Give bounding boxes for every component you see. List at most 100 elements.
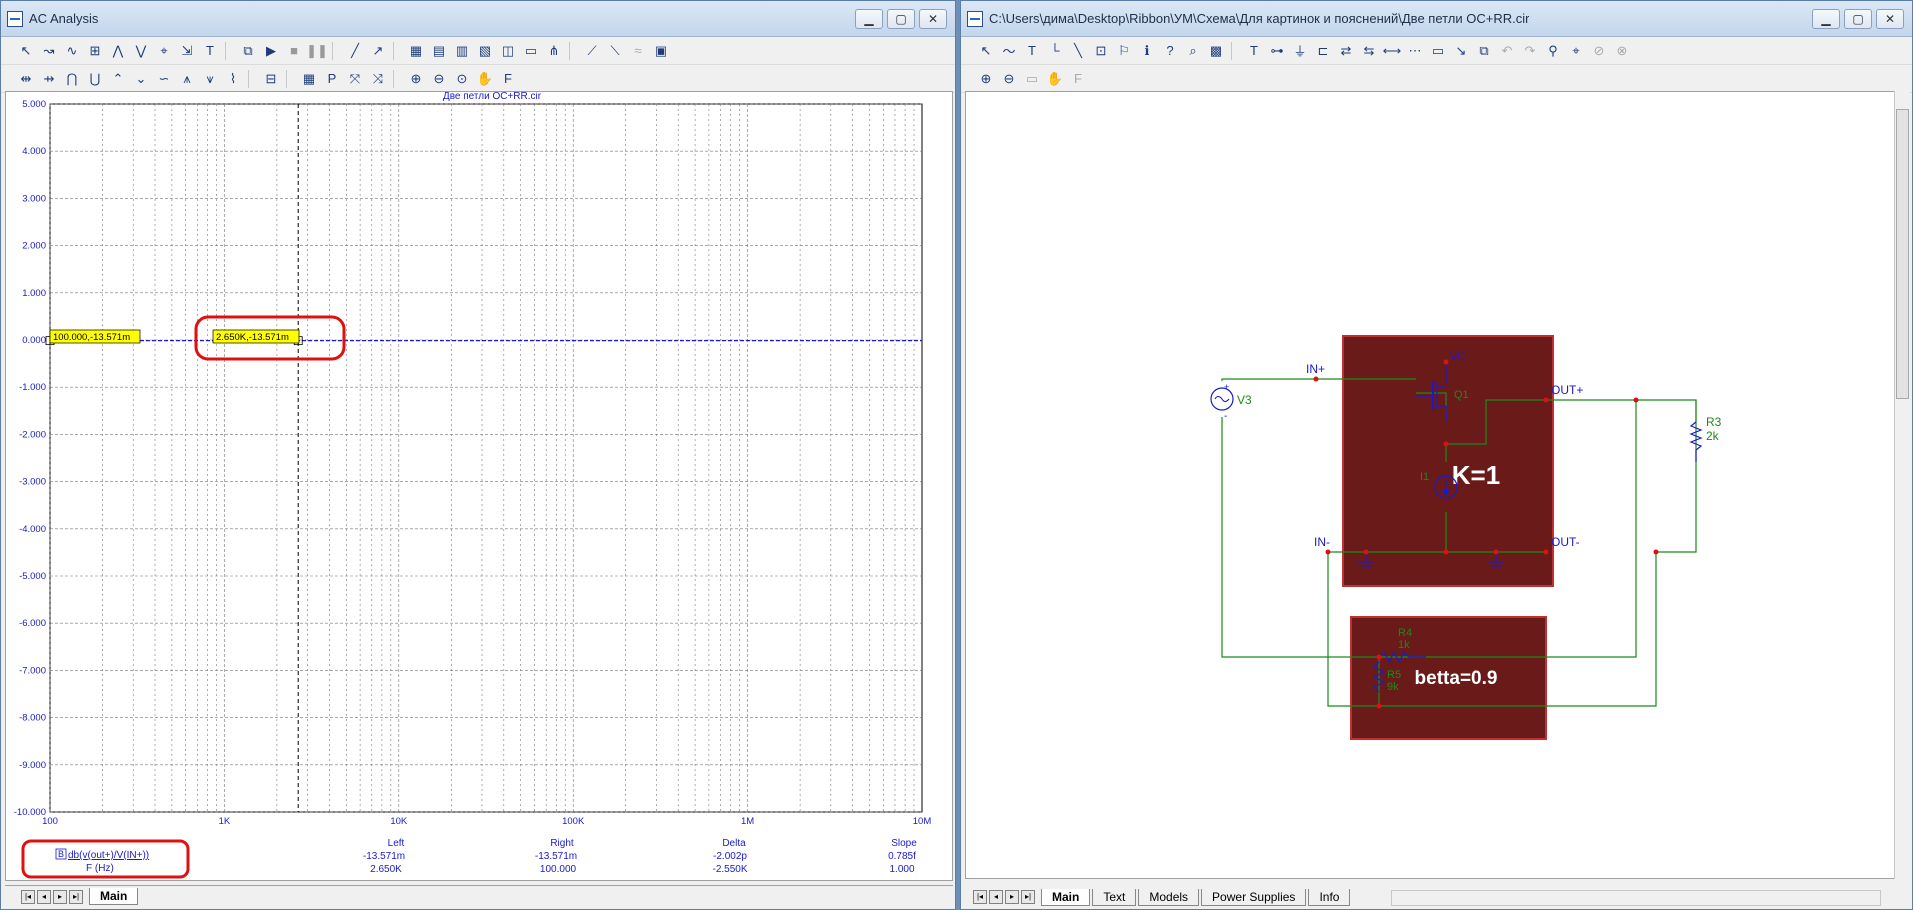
tab-text[interactable]: Text	[1092, 888, 1137, 906]
scroll-thumb[interactable]	[1896, 109, 1909, 399]
select-arrow-icon[interactable]: ↖	[15, 40, 37, 62]
line-icon[interactable]: ╲	[1067, 40, 1089, 62]
ground-icon[interactable]: ⏚	[1289, 40, 1311, 62]
close-icon[interactable]: ✕	[1876, 9, 1904, 29]
zoom-out-icon[interactable]: ⊖	[998, 68, 1020, 90]
text-icon[interactable]: T	[199, 40, 221, 62]
help-icon[interactable]: ?	[1159, 40, 1181, 62]
undo-icon[interactable]: ↶	[1496, 40, 1518, 62]
measure-icon[interactable]: ⇲	[176, 40, 198, 62]
vertical-scrollbar[interactable]	[1894, 91, 1910, 879]
connect-icon[interactable]: ⟷	[1381, 40, 1403, 62]
valley-icon[interactable]: ⋁	[130, 40, 152, 62]
close-icon[interactable]: ✕	[919, 9, 947, 29]
tab-info[interactable]: Info	[1308, 888, 1351, 906]
trace-expression[interactable]: db(v(out+)/V(IN+))	[68, 850, 149, 861]
pan-icon[interactable]: ✋	[1044, 68, 1066, 90]
zoom-in-icon[interactable]: ⊕	[405, 68, 427, 90]
hi-icon[interactable]: ⌃	[107, 68, 129, 90]
split-icon[interactable]: ◫	[497, 40, 519, 62]
tab-prev-icon[interactable]: ◂	[989, 890, 1003, 904]
mirror-icon[interactable]: ⇆	[1358, 40, 1380, 62]
dotted-grid-icon[interactable]: ⋯	[1404, 40, 1426, 62]
cancel-icon[interactable]: ⊗	[1611, 40, 1633, 62]
schematic-canvas[interactable]: K=1 betta=0.9 + - V3 IN+ IN- OUT+ OUT- V…	[965, 91, 1895, 879]
cursor-right-icon[interactable]: ⇸	[38, 68, 60, 90]
cursor-left-icon[interactable]: ⇹	[15, 68, 37, 90]
properties-icon[interactable]: ⊟	[260, 68, 282, 90]
zoom-out-icon[interactable]: ⊖	[428, 68, 450, 90]
tab-first-icon[interactable]: |◂	[21, 889, 35, 904]
font-icon[interactable]: F	[1067, 68, 1089, 90]
font-icon[interactable]: F	[497, 68, 519, 90]
table-view-icon[interactable]: ▦	[298, 68, 320, 90]
wave-icon[interactable]: ∿	[61, 40, 83, 62]
panel-icon[interactable]: ▭	[520, 40, 542, 62]
stack-icon[interactable]: ▧	[474, 40, 496, 62]
table-icon[interactable]: ▤	[428, 40, 450, 62]
tab-prev-icon[interactable]: ◂	[37, 889, 51, 904]
copy-icon[interactable]: ⧉	[237, 40, 259, 62]
component-icon[interactable]: ⊡	[1090, 40, 1112, 62]
tab-models[interactable]: Models	[1138, 888, 1200, 906]
layout-icon[interactable]: ▭	[1427, 40, 1449, 62]
select-arrow-icon[interactable]: ↖	[975, 40, 997, 62]
probe-icon[interactable]: ⌕	[1182, 40, 1204, 62]
tab-last-icon[interactable]: ▸|	[1021, 890, 1035, 904]
grid-icon[interactable]: ▦	[405, 40, 427, 62]
y-cursor-icon[interactable]: ⤨	[367, 68, 389, 90]
stop-icon[interactable]: ■	[283, 40, 305, 62]
minimize-icon[interactable]: ▁	[1812, 9, 1840, 29]
copy-icon[interactable]: ⧉	[1473, 40, 1495, 62]
fit-icon[interactable]: ▭	[1021, 68, 1043, 90]
tab-main[interactable]: Main	[1041, 888, 1091, 906]
tab-next-icon[interactable]: ▸	[53, 889, 67, 904]
columns-icon[interactable]: ▥	[451, 40, 473, 62]
peak-find-icon[interactable]: ⋂	[61, 68, 83, 90]
pointer-icon[interactable]: ↘	[1450, 40, 1472, 62]
slope-icon[interactable]: ⟋	[581, 40, 603, 62]
rotate-icon[interactable]: ⇄	[1335, 40, 1357, 62]
cursor-mode-icon[interactable]: ⋔	[543, 40, 565, 62]
flag-icon[interactable]: ⚐	[1113, 40, 1135, 62]
find-icon[interactable]: ⚲	[1542, 40, 1564, 62]
global-icon[interactable]: ⌇	[222, 68, 244, 90]
line-icon[interactable]: ╱	[344, 40, 366, 62]
text-icon[interactable]: T	[1021, 40, 1043, 62]
maximize-icon[interactable]: ▢	[887, 9, 915, 29]
min-icon[interactable]: ⩛	[199, 68, 221, 90]
x-cursor-icon[interactable]: ⤧	[344, 68, 366, 90]
horizontal-scrollbar[interactable]	[1391, 890, 1881, 906]
trace-tool-icon[interactable]: ↝	[38, 40, 60, 62]
minimize-icon[interactable]: ▁	[855, 9, 883, 29]
pan-icon[interactable]: ✋	[474, 68, 496, 90]
text-mode-icon[interactable]: T	[1243, 40, 1265, 62]
redo-icon[interactable]: ↷	[1519, 40, 1541, 62]
binoculars-icon[interactable]: ⌖	[1565, 40, 1587, 62]
stop-icon[interactable]: ⊘	[1588, 40, 1610, 62]
wire-icon[interactable]: 〜	[998, 40, 1020, 62]
point-tag-icon[interactable]: P	[321, 68, 343, 90]
block-k1[interactable]	[1342, 335, 1554, 587]
tangent-icon[interactable]: ⟍	[604, 40, 626, 62]
zoom-in-icon[interactable]: ⊕	[975, 68, 997, 90]
scale-icon[interactable]: ⊞	[84, 40, 106, 62]
tab-first-icon[interactable]: |◂	[973, 890, 987, 904]
arrow-line-icon[interactable]: ↗	[367, 40, 389, 62]
resistor-icon[interactable]: ⊏	[1312, 40, 1334, 62]
pause-icon[interactable]: ❚❚	[306, 40, 328, 62]
inflect-icon[interactable]: ∽	[153, 68, 175, 90]
plot-area[interactable]: Две петли ОС+RR.cir 5.000 4.000 3.000 2.000…	[5, 91, 953, 881]
attr-icon[interactable]: ⊶	[1266, 40, 1288, 62]
maximize-icon[interactable]: ▢	[1844, 9, 1872, 29]
marker-icon[interactable]: ⌖	[153, 40, 175, 62]
valley-find-icon[interactable]: ⋃	[84, 68, 106, 90]
zoom-fit-icon[interactable]: ⊙	[451, 68, 473, 90]
smooth-icon[interactable]: ≈	[627, 40, 649, 62]
tab-power-supplies[interactable]: Power Supplies	[1201, 888, 1307, 906]
tab-main[interactable]: Main	[89, 888, 139, 905]
run-icon[interactable]: ▶	[260, 40, 282, 62]
lo-icon[interactable]: ⌄	[130, 68, 152, 90]
tab-last-icon[interactable]: ▸|	[69, 889, 83, 904]
chart-settings-icon[interactable]: ▣	[650, 40, 672, 62]
